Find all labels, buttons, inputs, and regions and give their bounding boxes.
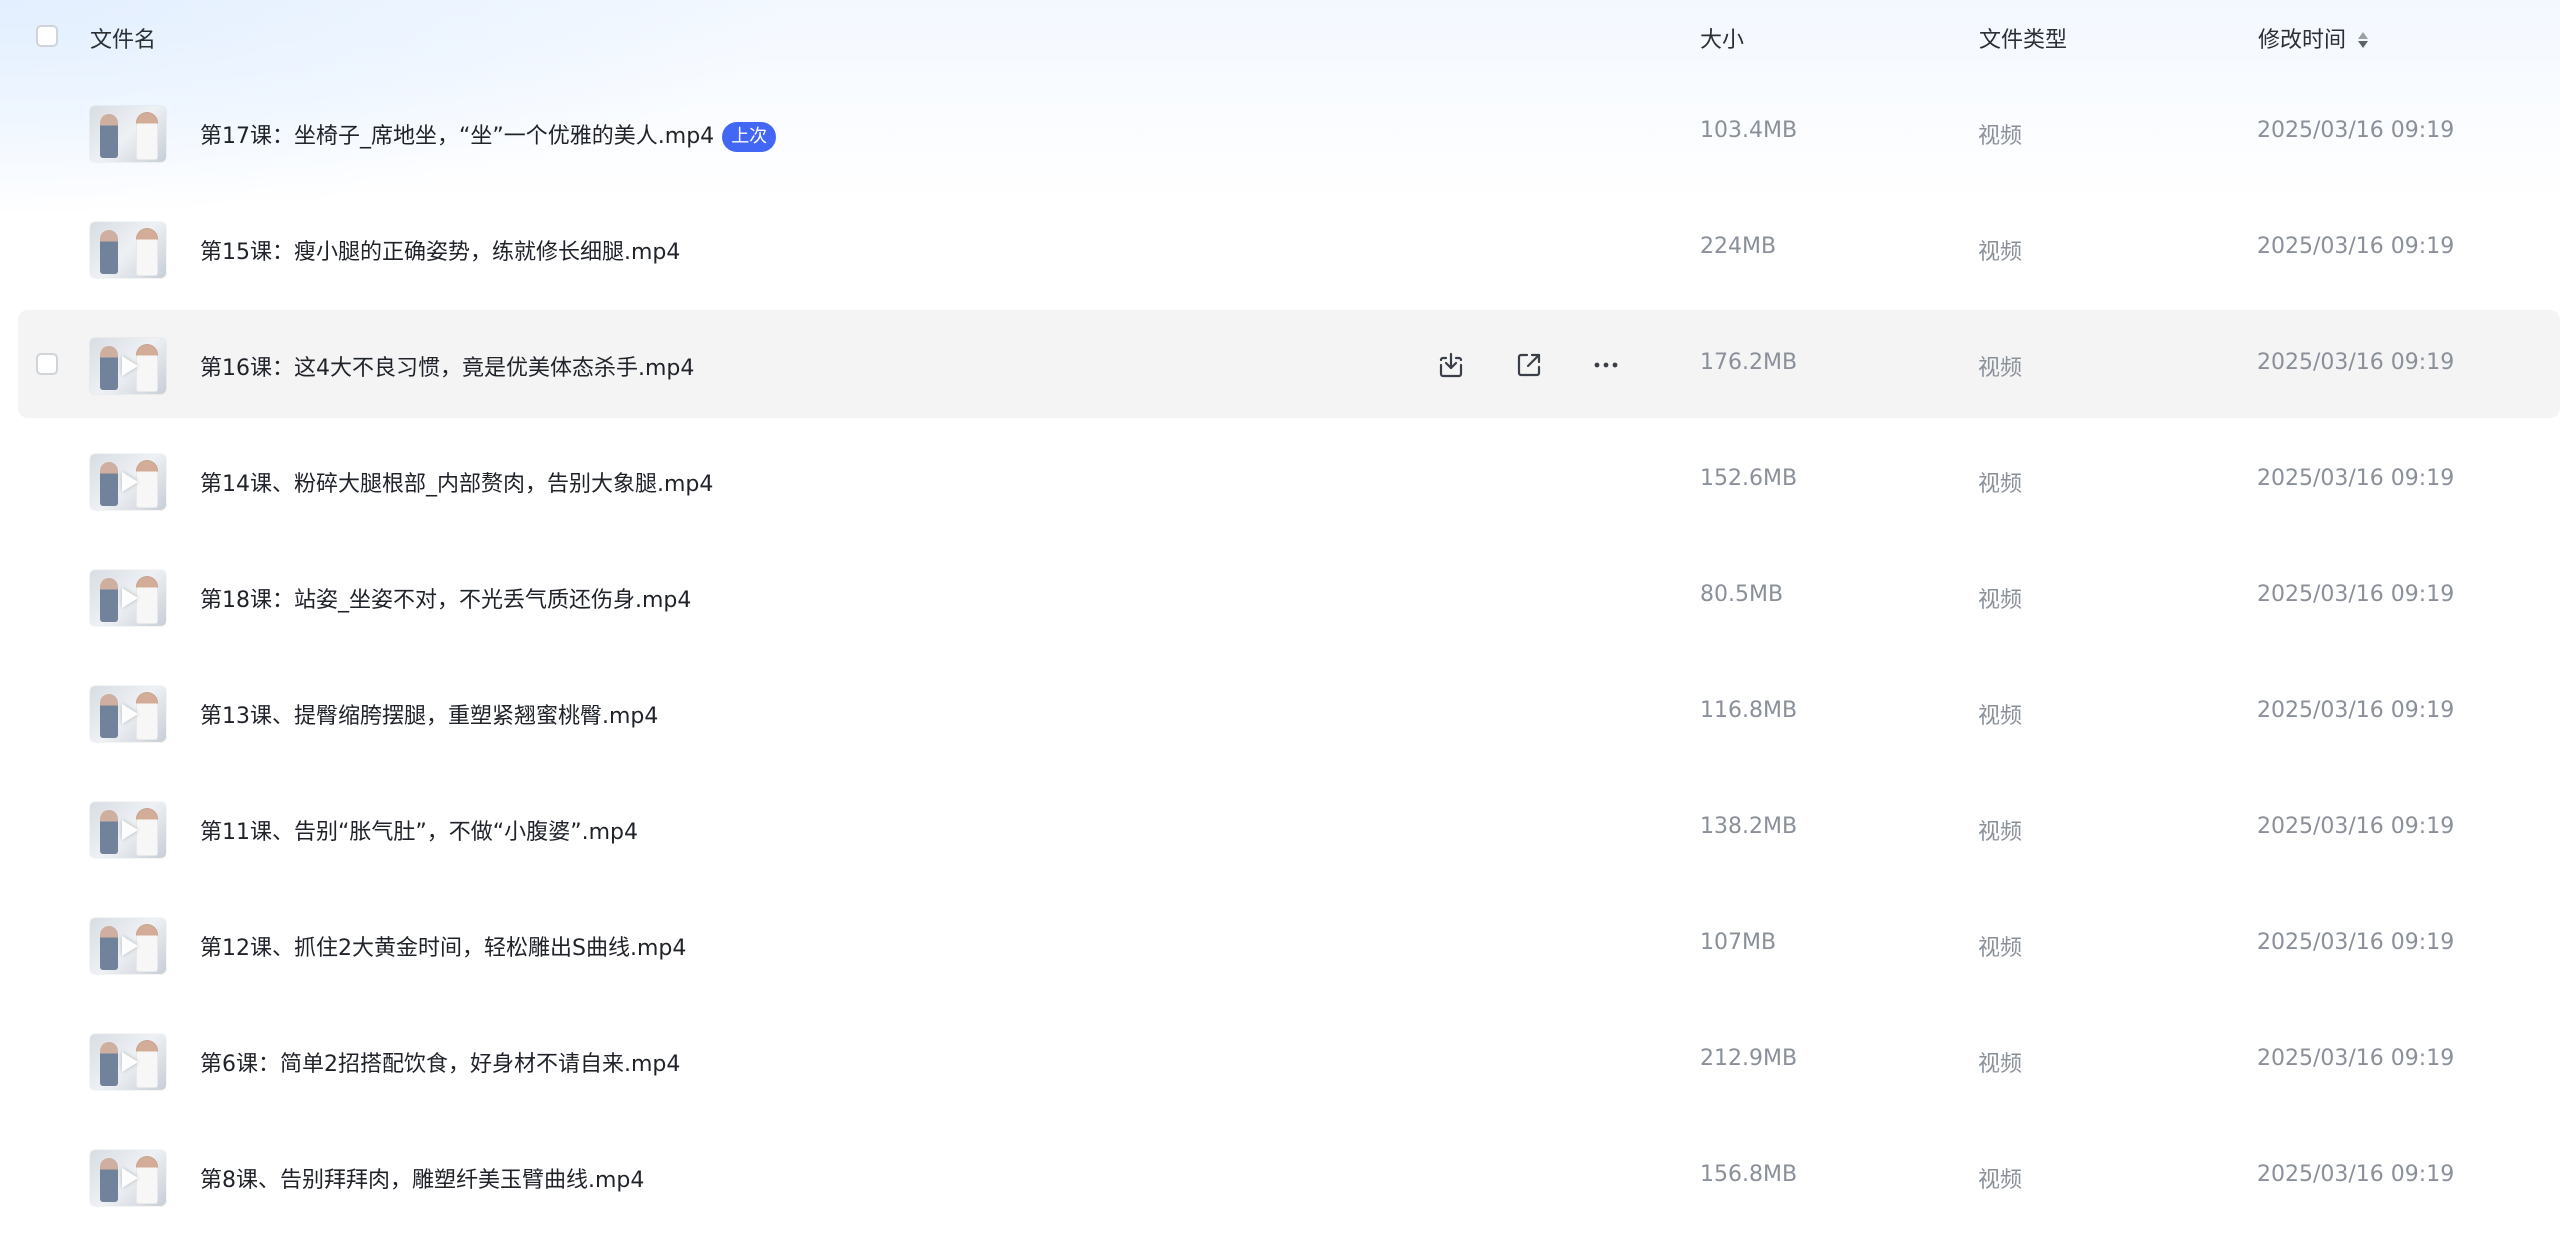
play-icon bbox=[122, 588, 138, 608]
table-row[interactable]: 第8课、告别拜拜肉，雕塑纤美玉臂曲线.mp4 156.8MB 视频 2025/0… bbox=[0, 1118, 2560, 1233]
file-name[interactable]: 第17课：坐椅子_席地坐，“坐”一个优雅的美人.mp4 上次 bbox=[200, 118, 777, 152]
video-thumbnail[interactable] bbox=[90, 1034, 166, 1090]
table-row[interactable]: 第14课、粉碎大腿根部_内部赘肉，告别大象腿.mp4 152.6MB 视频 20… bbox=[0, 422, 2560, 538]
last-viewed-badge: 上次 bbox=[722, 122, 777, 152]
file-type: 视频 bbox=[1978, 936, 2023, 961]
file-type: 视频 bbox=[1978, 820, 2023, 845]
modified-time: 2025/03/16 09:19 bbox=[2257, 118, 2455, 143]
file-type: 视频 bbox=[1978, 1168, 2023, 1193]
file-type: 视频 bbox=[1978, 472, 2023, 497]
table-row-hovered[interactable]: 第16课：这4大不良习惯，竟是优美体态杀手.mp4 176.2MB 视频 202… bbox=[0, 306, 2560, 422]
more-icon[interactable] bbox=[1589, 348, 1623, 382]
table-row[interactable]: 第18课：站姿_坐姿不对，不光丢气质还伤身.mp4 80.5MB 视频 2025… bbox=[0, 538, 2560, 654]
file-name-text: 第17课：坐椅子_席地坐，“坐”一个优雅的美人.mp4 bbox=[200, 124, 715, 149]
file-size: 107MB bbox=[1700, 930, 1777, 955]
file-name[interactable]: 第16课：这4大不良习惯，竟是优美体态杀手.mp4 bbox=[200, 350, 694, 382]
table-row[interactable]: 第11课、告别“胀气肚”，不做“小腹婆”.mp4 138.2MB 视频 2025… bbox=[0, 770, 2560, 886]
file-type: 视频 bbox=[1978, 124, 2023, 149]
column-header-type[interactable]: 文件类型 bbox=[1979, 22, 2067, 54]
video-thumbnail[interactable] bbox=[90, 454, 166, 510]
modified-time: 2025/03/16 09:19 bbox=[2257, 582, 2455, 607]
file-size: 103.4MB bbox=[1700, 118, 1798, 143]
download-icon[interactable] bbox=[1434, 348, 1468, 382]
row-checkbox[interactable] bbox=[36, 353, 58, 375]
file-name[interactable]: 第12课、抓住2大黄金时间，轻松雕出S曲线.mp4 bbox=[200, 930, 686, 962]
video-thumbnail[interactable] bbox=[90, 106, 166, 162]
file-type: 视频 bbox=[1978, 588, 2023, 613]
file-type: 视频 bbox=[1978, 1052, 2023, 1077]
modified-time: 2025/03/16 09:19 bbox=[2257, 1046, 2455, 1071]
column-header-size[interactable]: 大小 bbox=[1700, 22, 1744, 54]
modified-time: 2025/03/16 09:19 bbox=[2257, 1162, 2455, 1187]
file-list-page: 文件名 大小 文件类型 修改时间 第17课：坐椅子_席地坐，“坐”一个优雅的美人… bbox=[0, 0, 2560, 1233]
column-header-time[interactable]: 修改时间 bbox=[2258, 22, 2370, 54]
table-row[interactable]: 第12课、抓住2大黄金时间，轻松雕出S曲线.mp4 107MB 视频 2025/… bbox=[0, 886, 2560, 1002]
share-icon[interactable] bbox=[1512, 348, 1546, 382]
video-thumbnail[interactable] bbox=[90, 338, 166, 394]
file-size: 152.6MB bbox=[1700, 466, 1798, 491]
file-size: 138.2MB bbox=[1700, 814, 1798, 839]
table-header: 文件名 大小 文件类型 修改时间 bbox=[0, 0, 2560, 74]
file-size: 80.5MB bbox=[1700, 582, 1784, 607]
play-icon bbox=[122, 1052, 138, 1072]
file-type: 视频 bbox=[1978, 240, 2023, 265]
file-size: 224MB bbox=[1700, 234, 1777, 259]
table-row[interactable]: 第13课、提臀缩胯摆腿，重塑紧翘蜜桃臀.mp4 116.8MB 视频 2025/… bbox=[0, 654, 2560, 770]
file-size: 212.9MB bbox=[1700, 1046, 1798, 1071]
play-icon bbox=[122, 472, 138, 492]
video-thumbnail[interactable] bbox=[90, 802, 166, 858]
file-name[interactable]: 第15课：瘦小腿的正确姿势，练就修长细腿.mp4 bbox=[200, 234, 680, 266]
file-list: 第17课：坐椅子_席地坐，“坐”一个优雅的美人.mp4 上次 103.4MB 视频… bbox=[0, 74, 2560, 1233]
table-row[interactable]: 第15课：瘦小腿的正确姿势，练就修长细腿.mp4 224MB 视频 2025/0… bbox=[0, 190, 2560, 306]
file-size: 156.8MB bbox=[1700, 1162, 1798, 1187]
table-row[interactable]: 第17课：坐椅子_席地坐，“坐”一个优雅的美人.mp4 上次 103.4MB 视频… bbox=[0, 74, 2560, 190]
file-name[interactable]: 第6课：简单2招搭配饮食，好身材不请自来.mp4 bbox=[200, 1046, 680, 1078]
file-name[interactable]: 第18课：站姿_坐姿不对，不光丢气质还伤身.mp4 bbox=[200, 582, 691, 614]
video-thumbnail[interactable] bbox=[90, 686, 166, 742]
file-name[interactable]: 第11课、告别“胀气肚”，不做“小腹婆”.mp4 bbox=[200, 814, 638, 846]
file-size: 116.8MB bbox=[1700, 698, 1798, 723]
file-size: 176.2MB bbox=[1700, 350, 1798, 375]
column-header-name[interactable]: 文件名 bbox=[90, 22, 156, 54]
modified-time: 2025/03/16 09:19 bbox=[2257, 466, 2455, 491]
video-thumbnail[interactable] bbox=[90, 570, 166, 626]
modified-time: 2025/03/16 09:19 bbox=[2257, 814, 2455, 839]
video-thumbnail[interactable] bbox=[90, 918, 166, 974]
modified-time: 2025/03/16 09:19 bbox=[2257, 350, 2455, 375]
select-all-checkbox[interactable] bbox=[36, 25, 58, 47]
play-icon bbox=[122, 704, 138, 724]
play-icon bbox=[122, 1168, 138, 1188]
sort-icon[interactable] bbox=[2356, 30, 2370, 50]
video-thumbnail[interactable] bbox=[90, 1150, 166, 1206]
video-thumbnail[interactable] bbox=[90, 222, 166, 278]
play-icon bbox=[122, 820, 138, 840]
file-type: 视频 bbox=[1978, 356, 2023, 381]
file-name[interactable]: 第14课、粉碎大腿根部_内部赘肉，告别大象腿.mp4 bbox=[200, 466, 713, 498]
modified-time: 2025/03/16 09:19 bbox=[2257, 930, 2455, 955]
play-icon bbox=[122, 356, 138, 376]
table-row[interactable]: 第6课：简单2招搭配饮食，好身材不请自来.mp4 212.9MB 视频 2025… bbox=[0, 1002, 2560, 1118]
play-icon bbox=[122, 936, 138, 956]
modified-time: 2025/03/16 09:19 bbox=[2257, 234, 2455, 259]
modified-time: 2025/03/16 09:19 bbox=[2257, 698, 2455, 723]
column-header-time-label: 修改时间 bbox=[2258, 28, 2347, 53]
file-type: 视频 bbox=[1978, 704, 2023, 729]
file-name[interactable]: 第13课、提臀缩胯摆腿，重塑紧翘蜜桃臀.mp4 bbox=[200, 698, 658, 730]
file-name[interactable]: 第8课、告别拜拜肉，雕塑纤美玉臂曲线.mp4 bbox=[200, 1162, 644, 1194]
